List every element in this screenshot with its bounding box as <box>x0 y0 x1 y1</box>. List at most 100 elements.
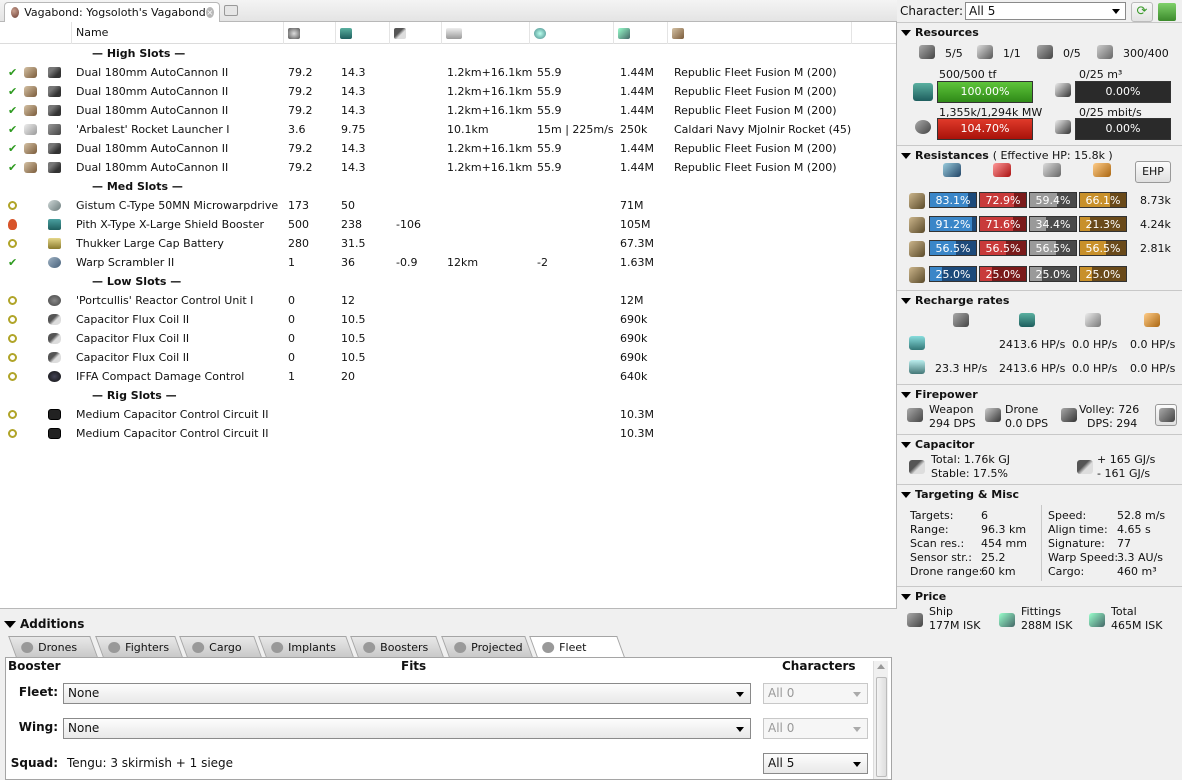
online-state-icon[interactable] <box>8 353 17 362</box>
tab-fighters[interactable]: Fighters <box>95 636 183 657</box>
header-ammo-col[interactable] <box>668 22 852 44</box>
state-cell[interactable]: ✔ <box>8 253 22 272</box>
explosive-resist-icon <box>1093 163 1111 177</box>
state-cell[interactable] <box>8 291 22 310</box>
state-cell[interactable] <box>8 215 22 234</box>
ehp-toggle-button[interactable]: EHP <box>1135 161 1171 183</box>
refresh-icon[interactable]: ⟳ <box>1131 2 1153 22</box>
tab-fleet[interactable]: Fleet <box>529 636 625 657</box>
range-cell <box>447 291 537 310</box>
module-row[interactable]: Medium Capacitor Control Circuit II 10.3M <box>0 405 896 424</box>
resistances-header[interactable]: Resistances ( Effective HP: 15.8k ) <box>901 149 1113 162</box>
tab-drones[interactable]: Drones <box>8 636 98 657</box>
module-row[interactable]: 'Portcullis' Reactor Control Unit I 0 12 12… <box>0 291 896 310</box>
close-tab-icon[interactable]: × <box>205 7 214 18</box>
state-cell[interactable] <box>8 405 22 424</box>
state-cell[interactable]: ✔ <box>8 139 22 158</box>
online-state-icon[interactable] <box>8 239 17 248</box>
additions-header[interactable]: Additions <box>4 617 84 631</box>
state-cell[interactable]: ✔ <box>8 63 22 82</box>
character-select[interactable]: All 5 <box>965 2 1126 20</box>
module-row[interactable]: ✔ Dual 180mm AutoCannon II 79.2 14.3 1.2km+1… <box>0 63 896 82</box>
online-state-icon[interactable] <box>8 201 17 210</box>
module-row[interactable]: ✔ Dual 180mm AutoCannon II 79.2 14.3 1.2km+1… <box>0 158 896 177</box>
header-speed-col[interactable] <box>530 22 614 44</box>
scroll-thumb[interactable] <box>876 677 887 777</box>
state-cell[interactable]: ✔ <box>8 82 22 101</box>
tab-cargo[interactable]: Cargo <box>179 636 262 657</box>
overheat-state-icon[interactable] <box>8 219 17 230</box>
state-cell[interactable] <box>8 234 22 253</box>
state-cell[interactable] <box>8 367 22 386</box>
active-state-icon[interactable]: ✔ <box>8 85 17 98</box>
module-row[interactable]: IFFA Compact Damage Control 1 20 640k <box>0 367 896 386</box>
module-row[interactable]: Medium Capacitor Control Circuit II 10.3M <box>0 424 896 443</box>
state-cell[interactable] <box>8 196 22 215</box>
online-state-icon[interactable] <box>8 334 17 343</box>
fleet-booster-select[interactable]: None <box>63 683 751 704</box>
tab-projected[interactable]: Projected <box>441 636 533 657</box>
speed-cell <box>537 329 617 348</box>
header-name[interactable]: Name <box>72 22 284 44</box>
module-row[interactable]: Pith X-Type X-Large Shield Booster 500 238… <box>0 215 896 234</box>
state-cell[interactable]: ✔ <box>8 101 22 120</box>
fleet-character-select[interactable]: All 0 <box>763 683 868 704</box>
firepower-header[interactable]: Firepower <box>901 388 978 401</box>
header-range-col[interactable] <box>442 22 530 44</box>
online-state-icon[interactable] <box>8 372 17 381</box>
active-state-icon[interactable]: ✔ <box>8 66 17 79</box>
state-cell[interactable] <box>8 329 22 348</box>
module-row[interactable]: ✔ 'Arbalest' Rocket Launcher I 3.6 9.75 10.1… <box>0 120 896 139</box>
header-cpu-col[interactable] <box>284 22 336 44</box>
module-row[interactable]: ✔ Warp Scrambler II 1 36 -0.9 12km -2 1.63M <box>0 253 896 272</box>
price-cell: 1.44M <box>620 66 654 79</box>
header-capacitor-col[interactable] <box>390 22 442 44</box>
capacitor-header[interactable]: Capacitor <box>901 438 974 451</box>
damage-pattern-button[interactable] <box>1155 404 1177 426</box>
wing-character-select[interactable]: All 0 <box>763 718 868 739</box>
state-cell[interactable]: ✔ <box>8 120 22 139</box>
cpu-cell <box>288 405 338 424</box>
module-row[interactable]: Gistum C-Type 50MN Microwarpdrive 173 50 71… <box>0 196 896 215</box>
tab-implants[interactable]: Implants <box>258 636 354 657</box>
module-icon-cell <box>48 120 62 139</box>
resources-header[interactable]: Resources <box>901 26 979 39</box>
online-state-icon[interactable] <box>8 410 17 419</box>
tab-boosters[interactable]: Boosters <box>350 636 444 657</box>
wing-booster-select[interactable]: None <box>63 718 751 739</box>
online-state-icon[interactable] <box>8 296 17 305</box>
module-row[interactable]: Capacitor Flux Coil II 0 10.5 690k <box>0 329 896 348</box>
module-row[interactable]: Capacitor Flux Coil II 0 10.5 690k <box>0 310 896 329</box>
price-header[interactable]: Price <box>901 590 946 603</box>
state-cell[interactable] <box>8 348 22 367</box>
header-powergrid-col[interactable] <box>336 22 390 44</box>
header-price-col[interactable] <box>614 22 668 44</box>
active-state-icon[interactable]: ✔ <box>8 104 17 117</box>
header-state-col[interactable] <box>0 22 72 44</box>
active-state-icon[interactable]: ✔ <box>8 123 17 136</box>
active-state-icon[interactable]: ✔ <box>8 161 17 174</box>
scroll-up-icon[interactable] <box>877 664 885 669</box>
module-row[interactable]: Capacitor Flux Coil II 0 10.5 690k <box>0 348 896 367</box>
shield-module-icon <box>48 219 61 230</box>
booster-scrollbar[interactable] <box>873 661 888 779</box>
new-tab-icon[interactable] <box>224 5 238 16</box>
online-state-icon[interactable] <box>8 429 17 438</box>
module-row[interactable]: ✔ Dual 180mm AutoCannon II 79.2 14.3 1.2km+1… <box>0 101 896 120</box>
fit-document-tab[interactable]: Vagabond: Yogsoloth's Vagabond × <box>4 2 220 22</box>
character-value: All 5 <box>969 4 996 18</box>
state-cell[interactable] <box>8 424 22 443</box>
online-state-icon[interactable] <box>8 315 17 324</box>
module-row[interactable]: ✔ Dual 180mm AutoCannon II 79.2 14.3 1.2km+1… <box>0 82 896 101</box>
active-state-icon[interactable]: ✔ <box>8 142 17 155</box>
export-icon[interactable] <box>1158 3 1176 21</box>
module-row[interactable]: ✔ Dual 180mm AutoCannon II 79.2 14.3 1.2km+1… <box>0 139 896 158</box>
recharge-header[interactable]: Recharge rates <box>901 294 1009 307</box>
targeting-header[interactable]: Targeting & Misc <box>901 488 1019 501</box>
active-state-icon[interactable]: ✔ <box>8 256 17 269</box>
state-cell[interactable]: ✔ <box>8 158 22 177</box>
squad-booster-fit[interactable]: Tengu: 3 skirmish + 1 siege <box>67 756 233 770</box>
squad-character-select[interactable]: All 5 <box>763 753 868 774</box>
module-row[interactable]: Thukker Large Cap Battery 280 31.5 67.3M <box>0 234 896 253</box>
state-cell[interactable] <box>8 310 22 329</box>
